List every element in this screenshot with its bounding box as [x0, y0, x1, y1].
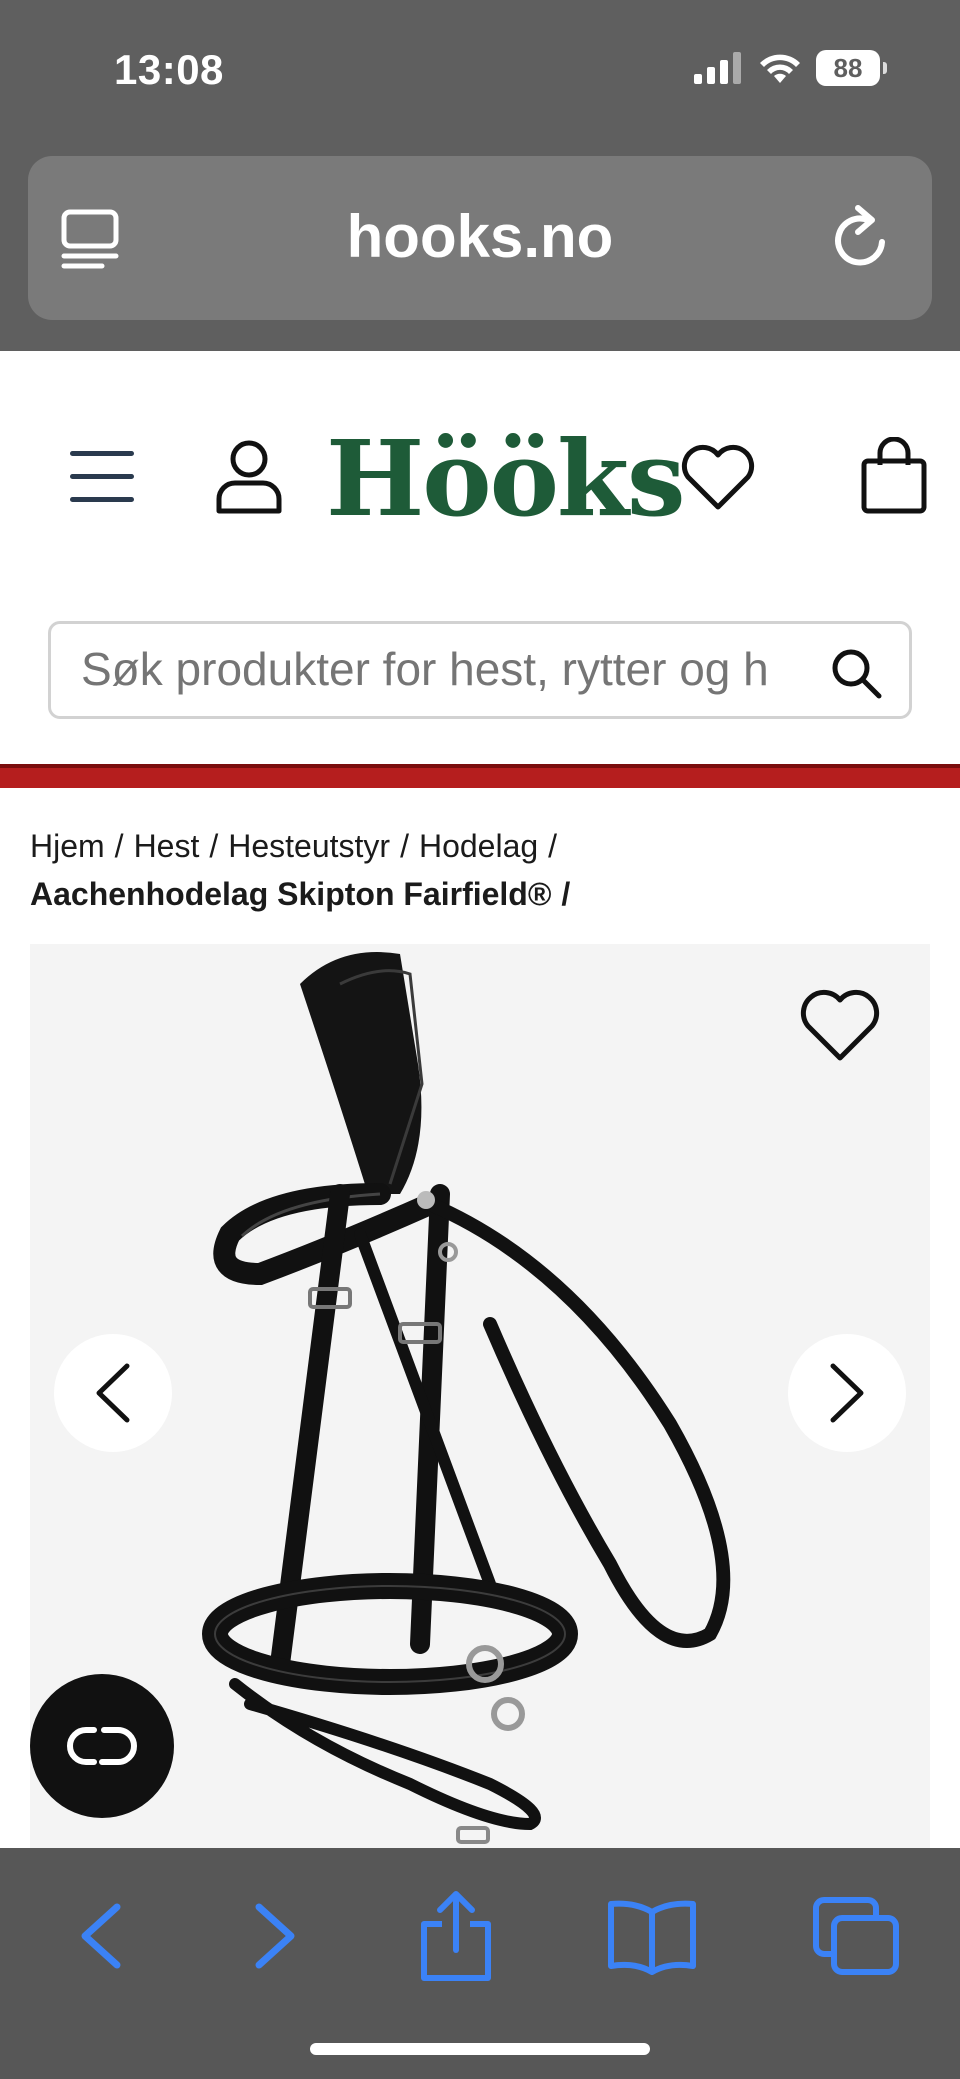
share-button[interactable]	[408, 1888, 504, 1984]
hamburger-menu-icon[interactable]	[70, 451, 134, 507]
reload-icon[interactable]	[826, 202, 896, 276]
site-logo[interactable]: Hööks	[326, 417, 686, 540]
chat-widget-icon	[67, 1727, 137, 1765]
search-bar[interactable]	[48, 621, 912, 719]
forward-button[interactable]	[228, 1888, 324, 1984]
breadcrumb-link-hesteutstyr[interactable]: Hesteutstyr	[228, 828, 390, 864]
forward-icon	[255, 1903, 295, 1969]
home-indicator	[310, 2043, 650, 2055]
site-header: Hööks	[0, 351, 960, 761]
address-bar[interactable]: hooks.no	[28, 156, 932, 320]
search-icon[interactable]	[829, 646, 883, 700]
breadcrumb: Hjem / Hest / Hesteutstyr / Hodelag / Aachenhod…	[30, 828, 571, 912]
breadcrumb-link-hest[interactable]: Hest	[134, 828, 200, 864]
product-image	[202, 952, 731, 1844]
back-icon	[81, 1903, 121, 1969]
status-icons: 88	[694, 50, 887, 86]
carousel-prev-button[interactable]	[54, 1334, 172, 1452]
wifi-icon	[760, 54, 800, 83]
bookmarks-button[interactable]	[604, 1888, 700, 1984]
header-accent-rule	[0, 764, 960, 788]
chevron-left-icon	[96, 1363, 130, 1423]
signal-icon	[694, 52, 741, 84]
tabs-icon	[813, 1897, 899, 1975]
shopping-bag-icon[interactable]	[860, 437, 928, 515]
chevron-right-icon	[830, 1363, 864, 1423]
breadcrumb-current: Aachenhodelag Skipton Fairfield®	[30, 876, 552, 912]
heart-outline-icon[interactable]	[800, 988, 880, 1064]
bookmarks-icon	[608, 1900, 696, 1975]
heart-icon[interactable]	[680, 443, 756, 513]
status-time: 13:08	[114, 46, 224, 93]
carousel-next-button[interactable]	[788, 1334, 906, 1452]
battery-indicator: 88	[816, 50, 887, 86]
search-input[interactable]	[81, 642, 771, 696]
tabs-button[interactable]	[808, 1888, 904, 1984]
chat-widget-button[interactable]	[30, 1674, 174, 1818]
url-text[interactable]: hooks.no	[28, 202, 932, 271]
browser-chrome-top: 13:08 88 hooks.no	[0, 0, 960, 351]
back-button[interactable]	[52, 1888, 148, 1984]
browser-toolbar	[0, 1848, 960, 2079]
breadcrumb-link-home[interactable]: Hjem	[30, 828, 105, 864]
user-icon[interactable]	[214, 437, 284, 515]
share-icon	[421, 1891, 491, 1981]
breadcrumb-link-hodelag[interactable]: Hodelag	[419, 828, 538, 864]
